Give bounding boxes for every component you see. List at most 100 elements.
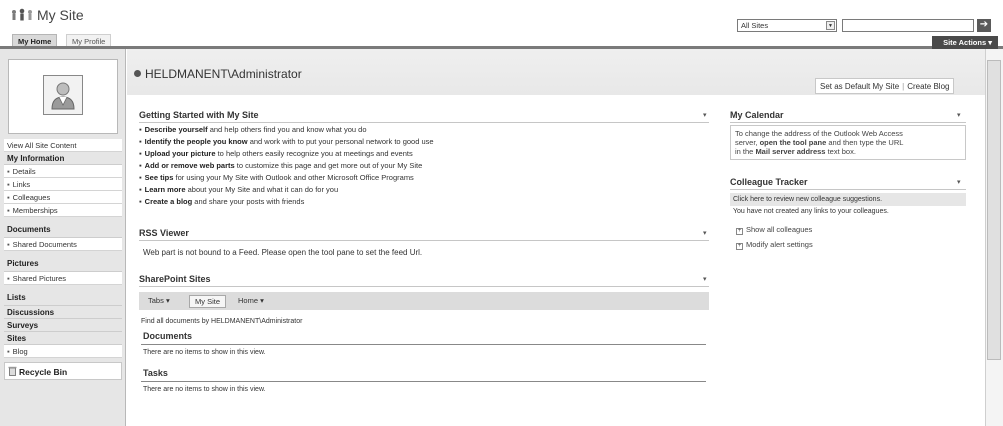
identify-people-link[interactable]: Identify the people you know bbox=[145, 137, 248, 146]
nav-item-colleagues[interactable]: Colleagues bbox=[4, 191, 122, 204]
item-text: about your My Site and what it can do fo… bbox=[185, 185, 339, 194]
getting-started-title[interactable]: Getting Started with My Site bbox=[139, 110, 259, 120]
calendar-text-line: To change the address of the Outlook Web… bbox=[735, 129, 903, 138]
nav-item-links[interactable]: Links bbox=[4, 178, 122, 191]
nav-heading-documents[interactable]: Documents bbox=[4, 221, 122, 238]
calendar-text: server, bbox=[735, 138, 760, 147]
tab-tabs-menu[interactable]: Tabs ▾ bbox=[143, 295, 175, 308]
sharepoint-sites-title[interactable]: SharePoint Sites bbox=[139, 274, 211, 284]
my-site-logo-icon bbox=[12, 8, 32, 21]
tasks-section-title[interactable]: Tasks bbox=[143, 368, 168, 378]
tasks-empty-message: There are no items to show in this view. bbox=[143, 386, 266, 393]
item-text: to customize this page and get more out … bbox=[234, 161, 423, 170]
calendar-config-message: To change the address of the Outlook Web… bbox=[730, 125, 966, 160]
getting-started-item: Add or remove web parts to customize thi… bbox=[139, 161, 423, 170]
item-text: for using your My Site with Outlook and … bbox=[173, 173, 414, 182]
sharepoint-sites-menu-icon[interactable]: ▾ bbox=[703, 275, 707, 283]
left-navigation: View All Site Content My Information Det… bbox=[0, 49, 126, 426]
item-text: and share your posts with friends bbox=[192, 197, 305, 206]
calendar-text: and then type the URL bbox=[826, 138, 904, 147]
colleague-tracker-rule bbox=[730, 189, 966, 190]
show-all-colleagues-link[interactable]: + Show all colleagues bbox=[736, 225, 812, 235]
getting-started-item: Identify the people you know and work wi… bbox=[139, 137, 434, 146]
open-tool-pane-link[interactable]: open the tool pane bbox=[760, 138, 827, 147]
link-label: Show all colleagues bbox=[746, 225, 813, 234]
calendar-text: in the bbox=[735, 147, 756, 156]
nav-item-details[interactable]: Details bbox=[4, 165, 122, 178]
add-remove-web-parts-link[interactable]: Add or remove web parts bbox=[145, 161, 235, 170]
describe-yourself-link[interactable]: Describe yourself bbox=[145, 125, 208, 134]
nav-item-blog[interactable]: Blog bbox=[4, 345, 122, 358]
recycle-bin-icon bbox=[8, 366, 17, 376]
nav-heading-surveys[interactable]: Surveys bbox=[4, 319, 122, 332]
getting-started-item: Create a blog and share your posts with … bbox=[139, 197, 305, 206]
colleague-tracker-title[interactable]: Colleague Tracker bbox=[730, 177, 808, 187]
documents-rule bbox=[141, 344, 706, 345]
tab-label: Tabs bbox=[148, 296, 164, 305]
chevron-down-icon: ▾ bbox=[988, 38, 992, 47]
rss-viewer-menu-icon[interactable]: ▾ bbox=[703, 229, 707, 237]
create-blog-item-link[interactable]: Create a blog bbox=[145, 197, 193, 206]
getting-started-menu-icon[interactable]: ▾ bbox=[703, 111, 707, 119]
view-all-site-content-link[interactable]: View All Site Content bbox=[4, 139, 122, 152]
modify-alert-settings-link[interactable]: + Modify alert settings bbox=[736, 240, 813, 250]
site-title: My Site bbox=[37, 7, 84, 23]
set-default-my-site-link[interactable]: Set as Default My Site bbox=[820, 82, 899, 91]
calendar-text: text box. bbox=[825, 147, 856, 156]
header-links: Set as Default My Site | Create Blog bbox=[815, 78, 955, 94]
nav-heading-lists[interactable]: Lists bbox=[4, 289, 122, 306]
recycle-bin-label: Recycle Bin bbox=[19, 367, 68, 377]
nav-heading-sites[interactable]: Sites bbox=[4, 332, 122, 345]
getting-started-item: See tips for using your My Site with Out… bbox=[139, 173, 414, 182]
create-blog-link[interactable]: Create Blog bbox=[907, 82, 949, 91]
review-colleague-suggestions-link[interactable]: Click here to review new colleague sugge… bbox=[730, 193, 966, 206]
rss-viewer-title[interactable]: RSS Viewer bbox=[139, 228, 189, 238]
no-colleague-links-message: You have not created any links to your c… bbox=[733, 208, 889, 215]
link-label: Modify alert settings bbox=[746, 240, 813, 249]
search-scope-value: All Sites bbox=[741, 21, 769, 30]
tab-my-site[interactable]: My Site bbox=[189, 295, 227, 308]
user-avatar-icon[interactable] bbox=[43, 75, 83, 115]
chevron-down-icon[interactable]: ▼ bbox=[826, 21, 835, 30]
link-separator: | bbox=[902, 82, 905, 91]
see-tips-link[interactable]: See tips bbox=[145, 173, 174, 182]
quick-launch: View All Site Content My Information Det… bbox=[4, 139, 122, 380]
search-go-icon[interactable]: ➔ bbox=[977, 19, 991, 32]
site-actions-button[interactable]: Site Actions ▾ bbox=[932, 36, 998, 49]
nav-heading-pictures[interactable]: Pictures bbox=[4, 255, 122, 272]
rss-viewer-message: Web part is not bound to a Feed. Please … bbox=[143, 248, 423, 257]
my-calendar-title[interactable]: My Calendar bbox=[730, 110, 784, 120]
documents-section-title[interactable]: Documents bbox=[143, 331, 192, 341]
sharepoint-sites-tabbar: Tabs ▾ My Site Home ▾ bbox=[139, 292, 709, 310]
my-calendar-rule bbox=[730, 122, 966, 123]
chevron-down-icon: ▾ bbox=[260, 296, 264, 305]
tab-label: Home bbox=[238, 296, 259, 305]
scrollbar-thumb[interactable] bbox=[987, 60, 1001, 360]
learn-more-link[interactable]: Learn more bbox=[145, 185, 186, 194]
tasks-rule bbox=[141, 381, 706, 382]
chevron-down-icon: ▾ bbox=[165, 296, 170, 305]
sharepoint-sites-rule bbox=[139, 286, 709, 287]
nav-heading-my-information[interactable]: My Information bbox=[4, 152, 122, 165]
nav-heading-discussions[interactable]: Discussions bbox=[4, 306, 122, 319]
search-scope-select[interactable]: All Sites ▼ bbox=[737, 19, 837, 32]
item-text: to help others easily recognize you at m… bbox=[215, 149, 413, 158]
getting-started-item: Describe yourself and help others find y… bbox=[139, 125, 367, 134]
upload-picture-link[interactable]: Upload your picture bbox=[145, 149, 216, 158]
site-actions-label: Site Actions bbox=[943, 38, 987, 47]
page-title: HELDMANENT\Administrator bbox=[134, 67, 302, 81]
nav-item-shared-pictures[interactable]: Shared Pictures bbox=[4, 272, 122, 285]
tab-home-menu[interactable]: Home ▾ bbox=[233, 295, 269, 308]
getting-started-item: Upload your picture to help others easil… bbox=[139, 149, 413, 158]
find-all-documents-link[interactable]: Find all documents by HELDMANENT\Adminis… bbox=[141, 318, 302, 325]
search-input[interactable] bbox=[842, 19, 974, 32]
nav-item-memberships[interactable]: Memberships bbox=[4, 204, 122, 217]
rss-viewer-rule bbox=[139, 240, 709, 241]
colleague-tracker-menu-icon[interactable]: ▾ bbox=[957, 178, 961, 186]
item-text: and work with to put your personal netwo… bbox=[247, 137, 434, 146]
nav-item-shared-documents[interactable]: Shared Documents bbox=[4, 238, 122, 251]
expand-plus-icon: + bbox=[736, 243, 743, 250]
recycle-bin-link[interactable]: Recycle Bin bbox=[4, 362, 122, 380]
item-text: and help others find you and know what y… bbox=[207, 125, 367, 134]
my-calendar-menu-icon[interactable]: ▾ bbox=[957, 111, 961, 119]
